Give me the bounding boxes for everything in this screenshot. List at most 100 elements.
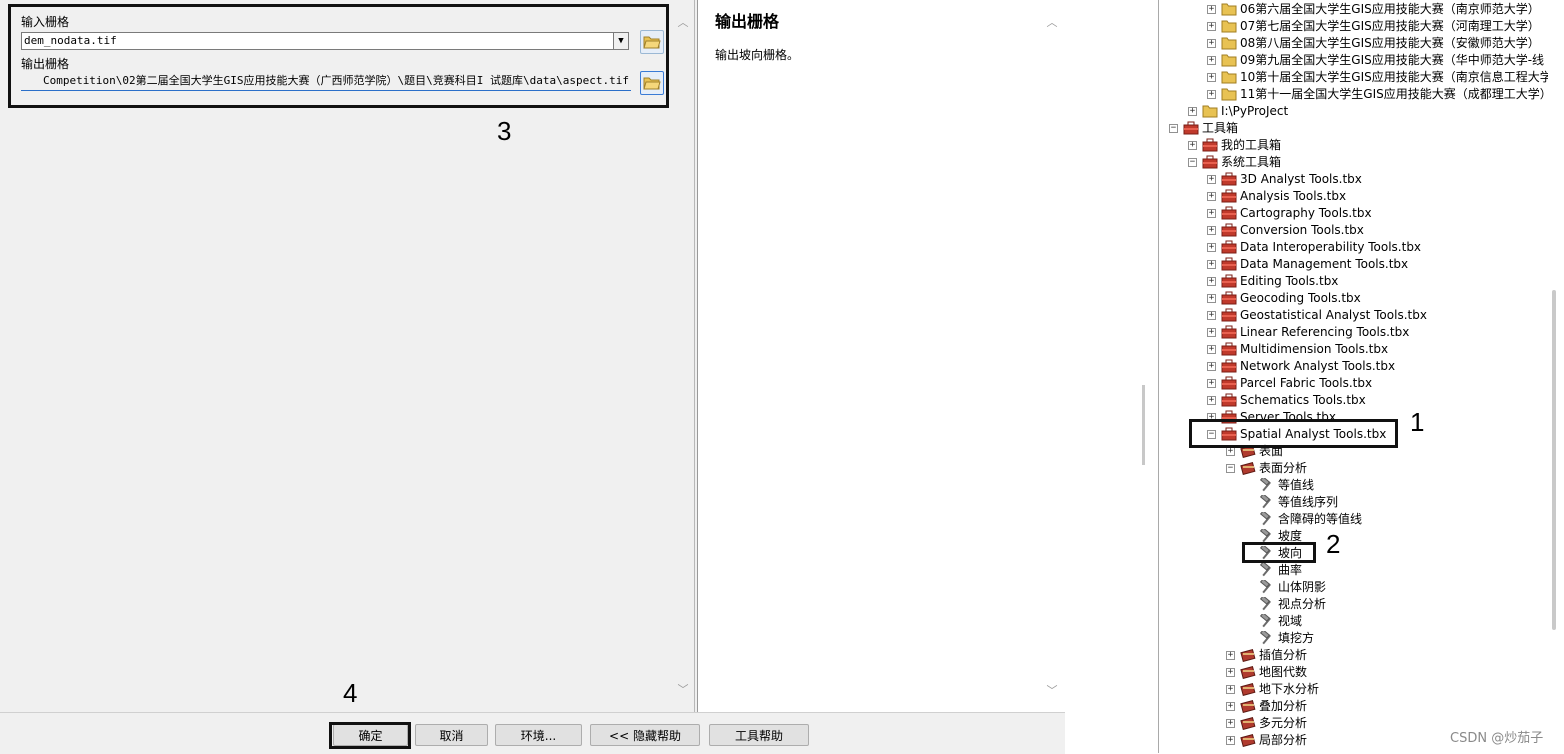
tree-item-toolset[interactable]: + 插值分析 <box>1159 647 1548 664</box>
expand-icon[interactable]: + <box>1207 345 1216 354</box>
tree-item-toolbox[interactable]: + Multidimension Tools.tbx <box>1159 341 1548 358</box>
tree-item-toolbox[interactable]: + Linear Referencing Tools.tbx <box>1159 324 1548 341</box>
expand-icon[interactable]: + <box>1207 192 1216 201</box>
collapse-icon[interactable]: − <box>1169 124 1178 133</box>
tree-item-toolbox[interactable]: + Editing Tools.tbx <box>1159 273 1548 290</box>
tree-item-toolbox[interactable]: + Schematics Tools.tbx <box>1159 392 1548 409</box>
tree-item-tool[interactable]: 视点分析 <box>1159 595 1548 613</box>
tree-item-label: Cartography Tools.tbx <box>1240 206 1372 220</box>
tree-item-toolbox[interactable]: + Data Interoperability Tools.tbx <box>1159 239 1548 256</box>
expand-icon[interactable]: + <box>1207 39 1216 48</box>
tree-item-folder[interactable]: +06第六届全国大学生GIS应用技能大赛（南京师范大学） <box>1159 1 1548 18</box>
tree-item-system-toolboxes[interactable]: − 系统工具箱 <box>1159 154 1548 171</box>
tree-item-tool[interactable]: 等值线序列 <box>1159 493 1548 511</box>
expand-icon[interactable]: + <box>1207 396 1216 405</box>
expand-icon[interactable]: + <box>1207 328 1216 337</box>
output-browse-button[interactable] <box>640 71 664 95</box>
expand-icon[interactable]: + <box>1207 90 1216 99</box>
tree-item-tool[interactable]: 填挖方 <box>1159 629 1548 647</box>
tree-item-tool[interactable]: 坡向 <box>1159 544 1548 562</box>
tree-item-toolbox[interactable]: + Conversion Tools.tbx <box>1159 222 1548 239</box>
expand-icon[interactable]: + <box>1207 379 1216 388</box>
tool-help-button[interactable]: 工具帮助 <box>709 724 809 746</box>
expand-icon[interactable]: + <box>1226 668 1235 677</box>
expand-icon[interactable]: + <box>1207 277 1216 286</box>
toolbox-icon <box>1221 342 1237 356</box>
tree-item-tool[interactable]: 视域 <box>1159 612 1548 630</box>
tree-item-my-toolboxes[interactable]: + 我的工具箱 <box>1159 137 1548 154</box>
aspect-highlight-box <box>1242 542 1316 563</box>
catalog-scrollbar[interactable] <box>1548 0 1564 753</box>
splitter-handle[interactable] <box>1142 385 1145 465</box>
tree-item-label: Data Interoperability Tools.tbx <box>1240 240 1422 254</box>
tree-item-toolset[interactable]: + 地图代数 <box>1159 664 1548 681</box>
help-body: 输出坡向栅格。 <box>715 48 800 62</box>
tree-item-toolbox[interactable]: +3D Analyst Tools.tbx <box>1159 171 1548 188</box>
tree-item-tool[interactable]: 含障碍的等值线 <box>1159 510 1548 528</box>
hide-help-button[interactable]: << 隐藏帮助 <box>590 724 700 746</box>
expand-icon[interactable]: + <box>1207 362 1216 371</box>
expand-icon[interactable]: + <box>1207 226 1216 235</box>
tree-item-toolbox[interactable]: + Parcel Fabric Tools.tbx <box>1159 375 1548 392</box>
tree-item-tool[interactable]: 等值线 <box>1159 476 1548 494</box>
expand-icon[interactable]: + <box>1207 175 1216 184</box>
environments-button[interactable]: 环境... <box>495 724 582 746</box>
chevron-down-icon[interactable]: ▼ <box>613 33 628 49</box>
output-raster-field[interactable]: Competition\02第二届全国大学生GIS应用技能大赛（广西师范学院）\… <box>21 73 631 91</box>
hammer-icon <box>1259 612 1275 628</box>
expand-icon[interactable]: + <box>1226 651 1235 660</box>
expand-icon[interactable]: + <box>1188 107 1197 116</box>
params-scrollbar[interactable]: ︿ ﹀ <box>676 8 690 703</box>
scroll-down-icon[interactable]: ﹀ <box>676 683 690 697</box>
tree-item-pyproject[interactable]: + I:\PyProJect <box>1159 103 1548 120</box>
scroll-up-icon[interactable]: ︿ <box>1045 16 1059 30</box>
expand-icon[interactable]: + <box>1226 702 1235 711</box>
tree-item-toolboxes[interactable]: − 工具箱 <box>1159 120 1548 137</box>
expand-icon[interactable]: + <box>1207 260 1216 269</box>
tree-item-tool[interactable]: 坡度 <box>1159 527 1548 545</box>
expand-icon[interactable]: + <box>1226 719 1235 728</box>
hammer-icon <box>1259 510 1275 526</box>
tree-item-toolbox[interactable]: + Cartography Tools.tbx <box>1159 205 1548 222</box>
tree-item-toolbox[interactable]: + Network Analyst Tools.tbx <box>1159 358 1548 375</box>
expand-icon[interactable]: + <box>1207 311 1216 320</box>
tree-item-toolset[interactable]: + 叠加分析 <box>1159 698 1548 715</box>
expand-icon[interactable]: + <box>1207 243 1216 252</box>
expand-icon[interactable]: + <box>1207 209 1216 218</box>
callout-number-3: 3 <box>497 116 512 146</box>
tree-item-toolbox[interactable]: + Geocoding Tools.tbx <box>1159 290 1548 307</box>
tree-item-label: 10第十届全国大学生GIS应用技能大赛（南京信息工程大学 <box>1240 70 1548 84</box>
input-raster-combobox[interactable]: dem_nodata.tif ▼ <box>21 32 629 50</box>
scroll-up-icon[interactable]: ︿ <box>676 16 690 30</box>
input-browse-button[interactable] <box>640 30 664 54</box>
expand-icon[interactable]: + <box>1207 294 1216 303</box>
scroll-down-icon[interactable]: ﹀ <box>1045 684 1059 698</box>
tree-item-toolbox[interactable]: + Data Management Tools.tbx <box>1159 256 1548 273</box>
tree-item-tool[interactable]: 曲率 <box>1159 561 1548 579</box>
tree-item-toolset[interactable]: + 地下水分析 <box>1159 681 1548 698</box>
help-scrollbar[interactable]: ︿ ﹀ <box>1045 14 1059 704</box>
tree-item-folder[interactable]: +09第九届全国大学生GIS应用技能大赛（华中师范大学-线 <box>1159 52 1548 69</box>
expand-icon[interactable]: + <box>1207 56 1216 65</box>
expand-icon[interactable]: + <box>1226 736 1235 745</box>
expand-icon[interactable]: + <box>1226 447 1235 456</box>
expand-icon[interactable]: + <box>1226 685 1235 694</box>
expand-icon[interactable]: + <box>1188 141 1197 150</box>
expand-icon[interactable]: + <box>1207 22 1216 31</box>
tree-item-folder[interactable]: +10第十届全国大学生GIS应用技能大赛（南京信息工程大学 <box>1159 69 1548 86</box>
tree-item-folder[interactable]: +08第八届全国大学生GIS应用技能大赛（安徽师范大学） <box>1159 35 1548 52</box>
collapse-icon[interactable]: − <box>1188 158 1197 167</box>
expand-icon[interactable]: + <box>1207 73 1216 82</box>
tree-item-folder[interactable]: +07第七届全国大学生GIS应用技能大赛（河南理工大学） <box>1159 18 1548 35</box>
collapse-icon[interactable]: − <box>1226 464 1235 473</box>
tree-item-toolbox[interactable]: + Analysis Tools.tbx <box>1159 188 1548 205</box>
cancel-button[interactable]: 取消 <box>415 724 488 746</box>
tree-item-tool[interactable]: 山体阴影 <box>1159 578 1548 596</box>
catalog-scroll-thumb[interactable] <box>1552 290 1556 630</box>
expand-icon[interactable]: + <box>1207 5 1216 14</box>
tree-item-toolbox[interactable]: + Geostatistical Analyst Tools.tbx <box>1159 307 1548 324</box>
help-panel: 输出栅格 输出坡向栅格。 ︿ ﹀ <box>697 0 1065 712</box>
spatial-analyst-highlight-box <box>1189 419 1398 448</box>
tree-item-folder[interactable]: +11第十一届全国大学生GIS应用技能大赛（成都理工大学） <box>1159 86 1548 103</box>
tree-item-surface-analysis[interactable]: − 表面分析 <box>1159 460 1548 477</box>
